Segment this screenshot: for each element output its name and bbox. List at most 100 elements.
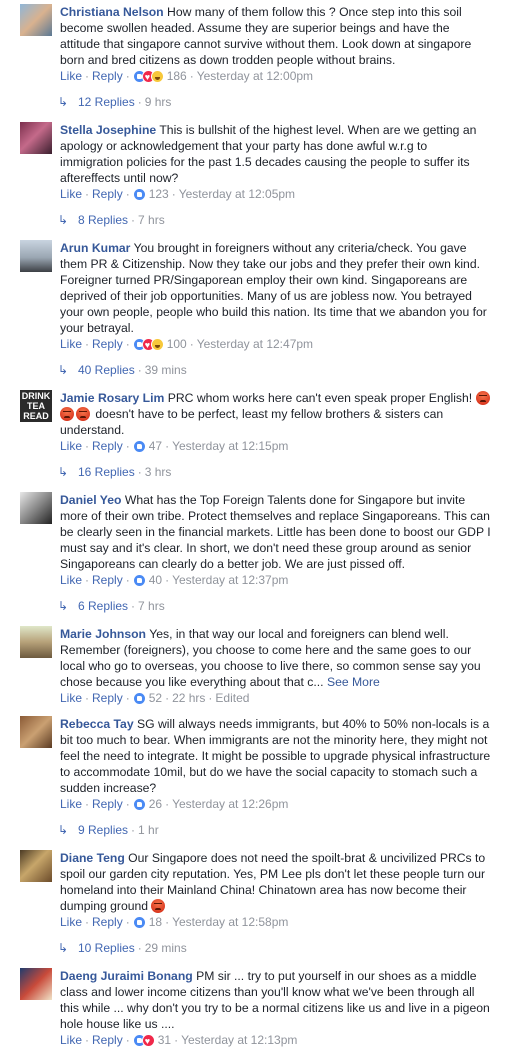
replies-count[interactable]: 9 Replies (78, 823, 128, 837)
commenter-name-link[interactable]: Daeng Juraimi Bonang (60, 969, 193, 983)
avatar[interactable] (20, 240, 52, 272)
comment-body: Jamie Rosary Lim PRC whom works here can… (60, 390, 492, 438)
reply-link[interactable]: Reply (92, 1033, 123, 1047)
comment-text: What has the Top Foreign Talents done fo… (60, 493, 491, 571)
separator: · (125, 1033, 130, 1047)
see-more-link[interactable]: See More (327, 675, 380, 689)
like-link[interactable]: Like (60, 1033, 82, 1047)
reactions-summary[interactable] (132, 1033, 155, 1049)
reaction-count[interactable]: 52 (149, 691, 162, 705)
separator: · (165, 439, 170, 453)
comment-timestamp[interactable]: Yesterday at 12:58pm (172, 915, 288, 929)
reply-link[interactable]: Reply (92, 187, 123, 201)
separator: · (131, 599, 136, 613)
like-link[interactable]: Like (60, 691, 82, 705)
commenter-name-link[interactable]: Marie Johnson (60, 627, 146, 641)
angry-face-emoji-icon (151, 899, 166, 913)
comment-timestamp[interactable]: Yesterday at 12:00pm (197, 69, 313, 83)
reaction-count[interactable]: 100 (167, 337, 187, 351)
separator: · (85, 187, 90, 201)
separator: · (85, 69, 90, 83)
reply-link[interactable]: Reply (92, 439, 123, 453)
reaction-count[interactable]: 186 (167, 69, 187, 83)
like-link[interactable]: Like (60, 69, 82, 83)
replies-count[interactable]: 12 Replies (78, 95, 135, 109)
commenter-name-link[interactable]: Diane Teng (60, 851, 125, 865)
comment-body: Diane Teng Our Singapore does not need t… (60, 850, 492, 914)
like-link[interactable]: Like (60, 573, 82, 587)
reply-link[interactable]: Reply (92, 573, 123, 587)
reactions-summary[interactable] (132, 440, 146, 454)
comment-timestamp[interactable]: Yesterday at 12:47pm (197, 337, 313, 351)
replies-count[interactable]: 10 Replies (78, 941, 135, 955)
reaction-count[interactable]: 18 (149, 915, 162, 929)
reply-link[interactable]: Reply (92, 915, 123, 929)
avatar[interactable] (20, 626, 52, 658)
comment-timestamp[interactable]: 22 hrs (172, 691, 205, 705)
commenter-name-link[interactable]: Arun Kumar (60, 241, 130, 255)
like-link[interactable]: Like (60, 187, 82, 201)
comment-timestamp[interactable]: Yesterday at 12:13pm (181, 1033, 297, 1047)
comment-timestamp[interactable]: Yesterday at 12:26pm (172, 797, 288, 811)
like-link[interactable]: Like (60, 915, 82, 929)
reaction-count[interactable]: 47 (149, 439, 162, 453)
view-replies-link[interactable]: ↳ 9 Replies · 1 hr (58, 822, 159, 838)
separator: · (125, 337, 130, 351)
separator: · (131, 823, 136, 837)
reactions-summary[interactable] (132, 916, 146, 930)
commenter-name-link[interactable]: Jamie Rosary Lim (60, 391, 164, 405)
like-link[interactable]: Like (60, 439, 82, 453)
separator: · (174, 1033, 179, 1047)
reactions-summary[interactable] (132, 337, 164, 353)
commenter-name-link[interactable]: Christiana Nelson (60, 5, 164, 19)
reply-link[interactable]: Reply (92, 691, 123, 705)
view-replies-link[interactable]: ↳ 16 Replies · 3 hrs (58, 464, 171, 480)
separator: · (125, 797, 130, 811)
separator: · (125, 915, 130, 929)
avatar[interactable]: DRINK TEA READ (20, 390, 52, 422)
reply-link[interactable]: Reply (92, 797, 123, 811)
separator: · (125, 573, 130, 587)
like-link[interactable]: Like (60, 337, 82, 351)
view-replies-link[interactable]: ↳ 10 Replies · 29 mins (58, 940, 187, 956)
comment-timestamp[interactable]: Yesterday at 12:37pm (172, 573, 288, 587)
reaction-count[interactable]: 31 (158, 1033, 171, 1047)
commenter-name-link[interactable]: Rebecca Tay (60, 717, 134, 731)
separator: · (85, 1033, 90, 1047)
avatar[interactable] (20, 122, 52, 154)
reactions-summary[interactable] (132, 798, 146, 812)
separator: · (189, 337, 194, 351)
replies-count[interactable]: 40 Replies (78, 363, 135, 377)
reaction-count[interactable]: 26 (149, 797, 162, 811)
reaction-count[interactable]: 40 (149, 573, 162, 587)
reactions-summary[interactable] (132, 574, 146, 588)
like-reaction-icon (132, 574, 146, 587)
comment-timestamp[interactable]: Yesterday at 12:05pm (179, 187, 295, 201)
view-replies-link[interactable]: ↳ 40 Replies · 39 mins (58, 362, 187, 378)
reply-link[interactable]: Reply (92, 69, 123, 83)
like-link[interactable]: Like (60, 797, 82, 811)
replies-time: 9 hrs (144, 95, 172, 109)
commenter-name-link[interactable]: Daniel Yeo (60, 493, 121, 507)
reactions-summary[interactable] (132, 692, 146, 706)
reactions-summary[interactable] (132, 69, 164, 85)
avatar[interactable] (20, 716, 52, 748)
reply-link[interactable]: Reply (92, 337, 123, 351)
replies-count[interactable]: 16 Replies (78, 465, 135, 479)
separator: · (85, 797, 90, 811)
commenter-name-link[interactable]: Stella Josephine (60, 123, 156, 137)
avatar[interactable] (20, 850, 52, 882)
reactions-summary[interactable] (132, 188, 146, 202)
view-replies-link[interactable]: ↳ 12 Replies · 9 hrs (58, 94, 171, 110)
avatar[interactable] (20, 492, 52, 524)
view-replies-link[interactable]: ↳ 8 Replies · 7 hrs (58, 212, 165, 228)
replies-count[interactable]: 6 Replies (78, 599, 128, 613)
view-replies-link[interactable]: ↳ 6 Replies · 7 hrs (58, 598, 165, 614)
reaction-count[interactable]: 123 (149, 187, 169, 201)
edited-label[interactable]: Edited (215, 691, 249, 705)
avatar[interactable] (20, 4, 52, 36)
avatar[interactable] (20, 968, 52, 1000)
comment-timestamp[interactable]: Yesterday at 12:15pm (172, 439, 288, 453)
comment-text: PRC whom works here can't even speak pro… (167, 391, 473, 405)
replies-count[interactable]: 8 Replies (78, 213, 128, 227)
